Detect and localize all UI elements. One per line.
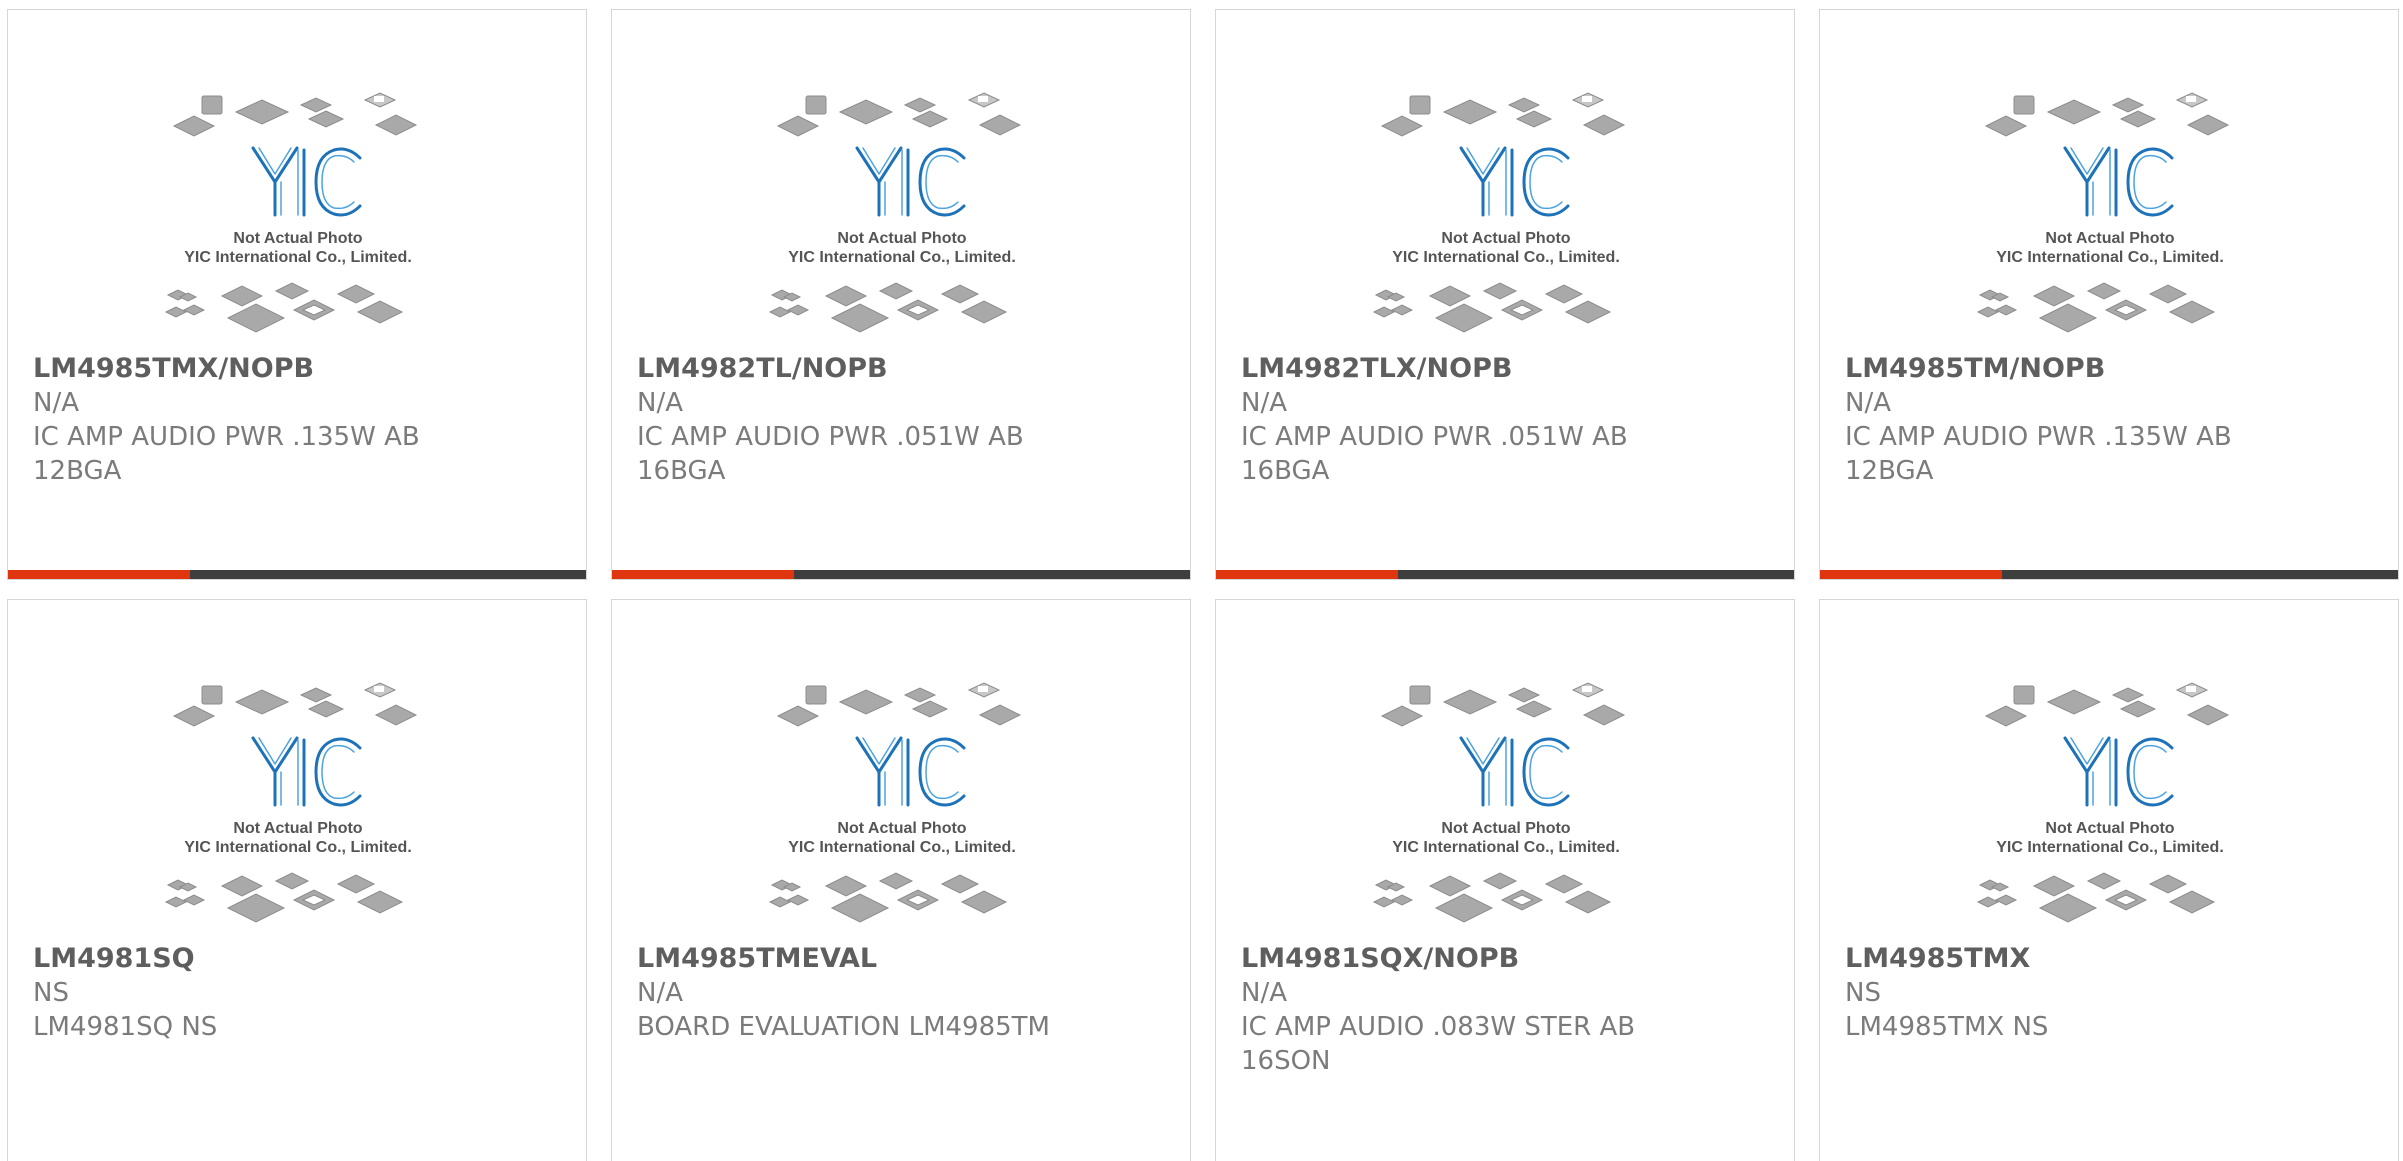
manufacturer: N/A — [637, 978, 683, 1008]
placeholder-photo: Not Actual Photo YIC International Co., … — [762, 680, 1042, 940]
manufacturer: N/A — [637, 388, 683, 418]
description: IC AMP AUDIO PWR .135W AB 12BGA — [1845, 422, 2232, 486]
part-number[interactable]: LM4985TMX — [1845, 942, 2365, 976]
svg-text:Not Actual Photo: Not Actual Photo — [2045, 230, 2174, 247]
part-number[interactable]: LM4985TM/NOPB — [1845, 352, 2365, 386]
manufacturer: N/A — [1241, 388, 1287, 418]
svg-text:Not Actual Photo: Not Actual Photo — [837, 230, 966, 247]
description: LM4985TMX NS — [1845, 1012, 2049, 1042]
card-accent — [1820, 570, 2002, 579]
svg-text:YIC International Co., Limited: YIC International Co., Limited. — [184, 249, 412, 266]
placeholder-photo: Not Actual Photo YIC International Co., … — [762, 90, 1042, 350]
svg-text:Not Actual Photo: Not Actual Photo — [837, 820, 966, 837]
svg-text:YIC International Co., Limited: YIC International Co., Limited. — [1996, 249, 2224, 266]
placeholder-photo: Not Actual Photo YIC International Co., … — [158, 90, 438, 350]
card-footer-bar — [1820, 570, 2398, 579]
placeholder-photo: Not Actual Photo YIC International Co., … — [1970, 680, 2250, 940]
product-info: LM4985TMX/NOPB N/A IC AMP AUDIO PWR .135… — [33, 352, 553, 488]
description: IC AMP AUDIO .083W STER AB 16SON — [1241, 1012, 1636, 1076]
product-grid: Not Actual Photo YIC International Co., … — [0, 0, 2403, 1161]
svg-text:YIC International Co., Limited: YIC International Co., Limited. — [1392, 249, 1620, 266]
product-info: LM4981SQX/NOPB N/A IC AMP AUDIO .083W ST… — [1241, 942, 1761, 1078]
description: IC AMP AUDIO PWR .051W AB 16BGA — [637, 422, 1024, 486]
placeholder-photo: Not Actual Photo YIC International Co., … — [1970, 90, 2250, 350]
svg-text:Not Actual Photo: Not Actual Photo — [2045, 820, 2174, 837]
svg-text:YIC International Co., Limited: YIC International Co., Limited. — [184, 839, 412, 856]
card-accent — [8, 570, 190, 579]
manufacturer: NS — [33, 978, 69, 1008]
part-number[interactable]: LM4985TMEVAL — [637, 942, 1157, 976]
product-card[interactable]: Not Actual Photo YIC International Co., … — [1215, 9, 1795, 580]
product-card[interactable]: Not Actual Photo YIC International Co., … — [611, 599, 1191, 1161]
description: IC AMP AUDIO PWR .051W AB 16BGA — [1241, 422, 1628, 486]
product-card[interactable]: Not Actual Photo YIC International Co., … — [611, 9, 1191, 580]
manufacturer: N/A — [1241, 978, 1287, 1008]
product-info: LM4985TM/NOPB N/A IC AMP AUDIO PWR .135W… — [1845, 352, 2365, 488]
svg-text:YIC International Co., Limited: YIC International Co., Limited. — [788, 839, 1016, 856]
part-number[interactable]: LM4982TLX/NOPB — [1241, 352, 1761, 386]
description: LM4981SQ NS — [33, 1012, 218, 1042]
product-info: LM4982TLX/NOPB N/A IC AMP AUDIO PWR .051… — [1241, 352, 1761, 488]
product-card[interactable]: Not Actual Photo YIC International Co., … — [7, 9, 587, 580]
placeholder-photo: Not Actual Photo YIC International Co., … — [1366, 680, 1646, 940]
part-number[interactable]: LM4985TMX/NOPB — [33, 352, 553, 386]
product-card[interactable]: Not Actual Photo YIC International Co., … — [1819, 599, 2399, 1161]
manufacturer: NS — [1845, 978, 1881, 1008]
card-footer-bar — [8, 570, 586, 579]
product-card[interactable]: Not Actual Photo YIC International Co., … — [1819, 9, 2399, 580]
product-card[interactable]: Not Actual Photo YIC International Co., … — [1215, 599, 1795, 1161]
svg-text:YIC International Co., Limited: YIC International Co., Limited. — [1996, 839, 2224, 856]
product-card[interactable]: Not Actual Photo YIC International Co., … — [7, 599, 587, 1161]
product-info: LM4985TMX NS LM4985TMX NS — [1845, 942, 2365, 1044]
part-number[interactable]: LM4981SQX/NOPB — [1241, 942, 1761, 976]
card-accent — [612, 570, 794, 579]
placeholder-photo: Not Actual Photo YIC International Co., … — [1366, 90, 1646, 350]
svg-text:YIC International Co., Limited: YIC International Co., Limited. — [1392, 839, 1620, 856]
product-info: LM4985TMEVAL N/A BOARD EVALUATION LM4985… — [637, 942, 1157, 1044]
card-footer-bar — [1216, 570, 1794, 579]
card-footer-bar — [612, 570, 1190, 579]
svg-text:Not Actual Photo: Not Actual Photo — [233, 230, 362, 247]
product-info: LM4982TL/NOPB N/A IC AMP AUDIO PWR .051W… — [637, 352, 1157, 488]
manufacturer: N/A — [1845, 388, 1891, 418]
part-number[interactable]: LM4981SQ — [33, 942, 553, 976]
svg-text:Not Actual Photo: Not Actual Photo — [233, 820, 362, 837]
description: BOARD EVALUATION LM4985TM — [637, 1012, 1050, 1042]
card-accent — [1216, 570, 1398, 579]
product-info: LM4981SQ NS LM4981SQ NS — [33, 942, 553, 1044]
svg-text:Not Actual Photo: Not Actual Photo — [1441, 230, 1570, 247]
description: IC AMP AUDIO PWR .135W AB 12BGA — [33, 422, 420, 486]
part-number[interactable]: LM4982TL/NOPB — [637, 352, 1157, 386]
svg-text:YIC International Co., Limited: YIC International Co., Limited. — [788, 249, 1016, 266]
placeholder-photo: Not Actual Photo YIC International Co., … — [158, 680, 438, 940]
manufacturer: N/A — [33, 388, 79, 418]
svg-text:Not Actual Photo: Not Actual Photo — [1441, 820, 1570, 837]
